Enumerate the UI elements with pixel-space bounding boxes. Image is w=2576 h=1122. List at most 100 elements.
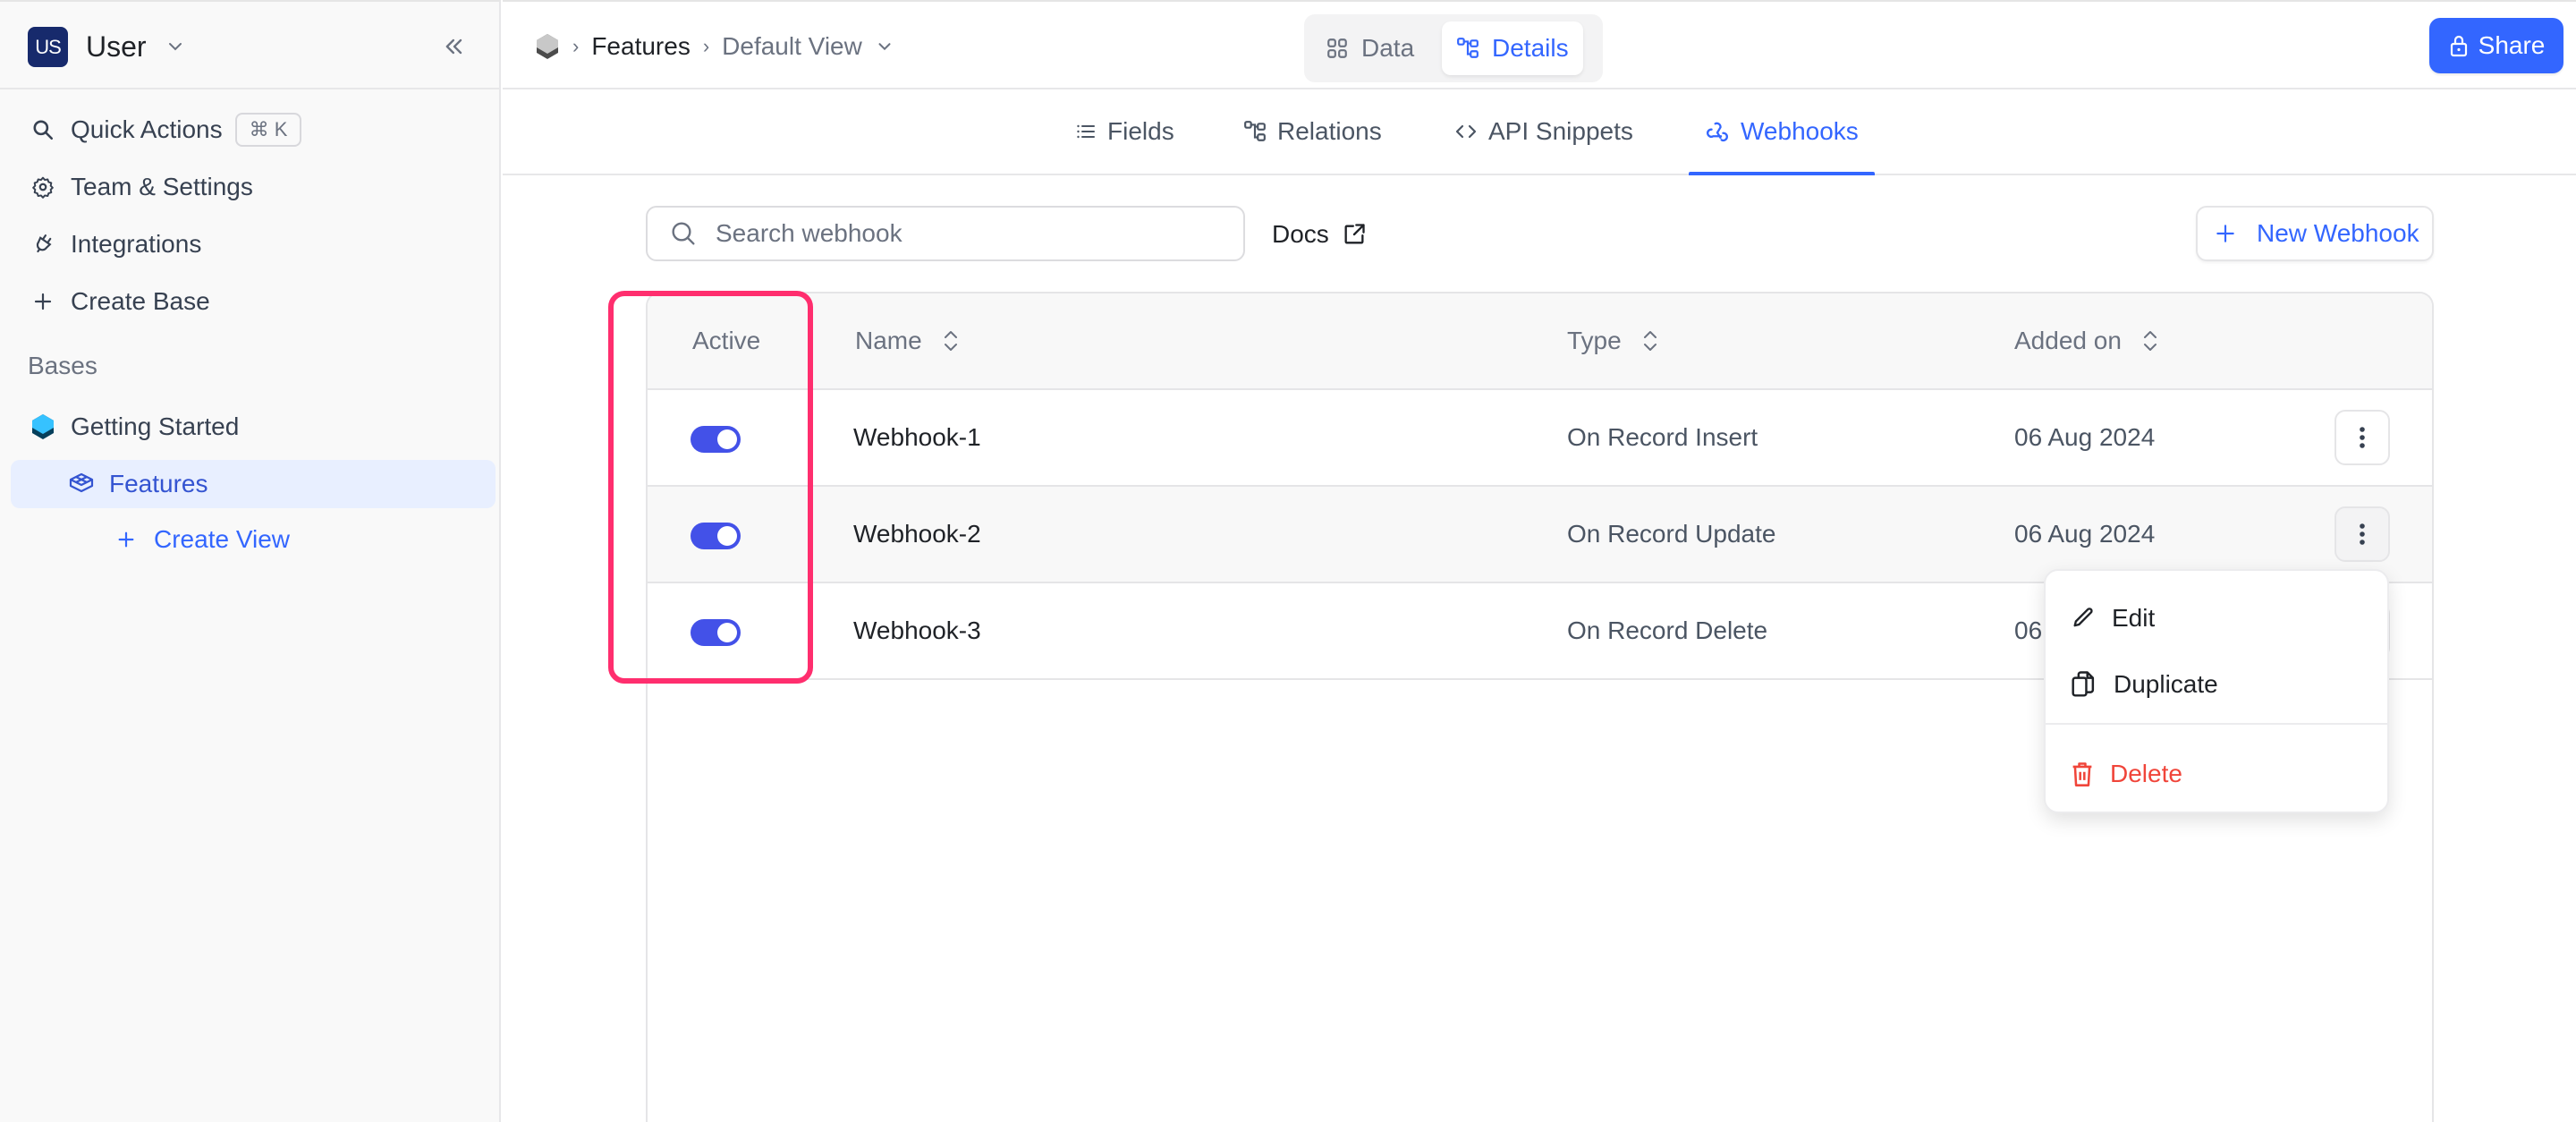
chevron-right-icon: › bbox=[702, 35, 710, 57]
tab-api-snippets[interactable]: API Snippets bbox=[1454, 89, 1633, 174]
base-item-label: Getting Started bbox=[71, 412, 240, 440]
workspace-name[interactable]: User bbox=[86, 29, 147, 64]
create-view-button[interactable]: Create View bbox=[13, 515, 496, 564]
webhook-added-on: 06 Aug 2024 bbox=[2014, 423, 2156, 451]
docs-link[interactable]: Docs bbox=[1272, 215, 1367, 254]
table-item-features[interactable]: Features bbox=[11, 460, 496, 508]
segment-data[interactable]: Data bbox=[1311, 21, 1428, 75]
column-label: Active bbox=[692, 327, 761, 354]
tab-webhooks[interactable]: Webhooks bbox=[1689, 89, 1875, 175]
external-link-icon bbox=[1344, 224, 1365, 244]
webhook-name: Webhook-1 bbox=[853, 423, 981, 451]
active-toggle[interactable] bbox=[691, 426, 741, 453]
plus-icon bbox=[30, 288, 56, 315]
column-label: Added on bbox=[2014, 327, 2122, 354]
trash-icon bbox=[2072, 762, 2092, 786]
base-icon[interactable] bbox=[535, 33, 560, 60]
view-mode-toggle: Data Details bbox=[1304, 14, 1603, 82]
segment-label: Data bbox=[1361, 34, 1415, 62]
webhook-icon bbox=[1707, 122, 1728, 142]
sort-icon[interactable] bbox=[1641, 327, 1659, 354]
hierarchy-icon bbox=[1244, 121, 1266, 141]
search-webhook-input[interactable] bbox=[716, 219, 1216, 248]
more-vertical-icon bbox=[2360, 427, 2365, 448]
toggle-knob bbox=[717, 526, 737, 546]
code-icon bbox=[1455, 124, 1477, 139]
shortcut-badge: ⌘ K bbox=[234, 113, 302, 147]
table-item-label: Features bbox=[109, 470, 208, 497]
menu-item-edit[interactable]: Edit bbox=[2071, 596, 2155, 641]
sidebar-item-label: Integrations bbox=[71, 230, 202, 258]
menu-item-label: Delete bbox=[2110, 760, 2182, 787]
active-toggle[interactable] bbox=[691, 619, 741, 646]
table-icon bbox=[68, 471, 95, 497]
search-icon bbox=[672, 222, 695, 245]
docs-label: Docs bbox=[1272, 220, 1329, 248]
share-label: Share bbox=[2478, 31, 2546, 59]
more-vertical-icon bbox=[2360, 523, 2365, 545]
sidebar-item-create-base[interactable]: Create Base bbox=[13, 277, 496, 326]
toggle-knob bbox=[717, 623, 737, 642]
sidebar: US User Quick Actions ⌘ K Team & Setting… bbox=[0, 0, 501, 1122]
segment-details[interactable]: Details bbox=[1442, 21, 1583, 75]
sort-icon[interactable] bbox=[2141, 327, 2159, 354]
menu-divider bbox=[2046, 723, 2387, 725]
breadcrumb-view[interactable]: Default View bbox=[722, 32, 862, 61]
chevron-down-icon[interactable] bbox=[875, 37, 894, 56]
copy-icon bbox=[2072, 671, 2095, 697]
table-header: Active Name Type Added on bbox=[648, 293, 2432, 390]
sidebar-item-team-settings[interactable]: Team & Settings bbox=[13, 163, 496, 211]
webhook-type: On Record Delete bbox=[1567, 616, 1768, 644]
plus-icon bbox=[2216, 225, 2234, 242]
tab-label: Webhooks bbox=[1741, 117, 1859, 145]
lock-icon bbox=[2450, 35, 2467, 57]
base-icon bbox=[30, 413, 56, 440]
sort-icon[interactable] bbox=[942, 327, 960, 354]
sidebar-item-label: Create Base bbox=[71, 287, 210, 315]
workspace-header[interactable]: US User bbox=[0, 2, 499, 89]
tab-fields[interactable]: Fields bbox=[1075, 89, 1174, 174]
webhook-name: Webhook-3 bbox=[853, 616, 981, 644]
breadcrumb-table[interactable]: Features bbox=[591, 32, 691, 61]
new-webhook-label: New Webhook bbox=[2257, 219, 2419, 247]
menu-item-duplicate[interactable]: Duplicate bbox=[2071, 662, 2218, 707]
collapse-sidebar-icon[interactable] bbox=[442, 34, 467, 59]
menu-item-label: Edit bbox=[2112, 604, 2156, 632]
column-label: Type bbox=[1567, 327, 1622, 354]
sidebar-item-quick-actions[interactable]: Quick Actions ⌘ K bbox=[13, 106, 496, 154]
new-webhook-button[interactable]: New Webhook bbox=[2196, 206, 2434, 261]
chevron-right-icon: › bbox=[572, 35, 580, 57]
hierarchy-icon bbox=[1457, 38, 1479, 58]
share-button[interactable]: Share bbox=[2429, 18, 2563, 73]
sidebar-item-integrations[interactable]: Integrations bbox=[13, 220, 496, 268]
row-actions-button[interactable] bbox=[2334, 506, 2390, 562]
row-actions-menu: Edit Duplicate Delete bbox=[2044, 569, 2389, 813]
sidebar-item-label: Quick Actions bbox=[71, 115, 223, 143]
app-window: US User Quick Actions ⌘ K Team & Setting… bbox=[0, 0, 2576, 1122]
plug-icon bbox=[30, 231, 56, 258]
gear-icon bbox=[30, 174, 56, 200]
table-row[interactable]: Webhook-1 On Record Insert 06 Aug 2024 bbox=[648, 390, 2432, 487]
create-view-label: Create View bbox=[154, 525, 291, 553]
tab-relations[interactable]: Relations bbox=[1243, 89, 1382, 174]
column-label: Name bbox=[855, 327, 922, 354]
webhook-name: Webhook-2 bbox=[853, 520, 981, 548]
grid-icon bbox=[1327, 38, 1347, 58]
active-toggle[interactable] bbox=[691, 523, 741, 549]
webhook-added-on: 06 Aug 2024 bbox=[2014, 520, 2156, 548]
tab-label: Relations bbox=[1277, 117, 1382, 145]
chevron-down-icon[interactable] bbox=[165, 36, 186, 57]
search-webhook-field[interactable] bbox=[646, 206, 1245, 261]
topbar: › Features › Default View Data Details S… bbox=[503, 0, 2576, 89]
column-header-name[interactable]: Name bbox=[855, 293, 960, 388]
base-item-getting-started[interactable]: Getting Started bbox=[13, 403, 496, 451]
menu-item-delete[interactable]: Delete bbox=[2071, 752, 2182, 796]
search-icon bbox=[30, 116, 56, 143]
column-header-added-on[interactable]: Added on bbox=[2014, 293, 2159, 388]
row-actions-button[interactable] bbox=[2334, 410, 2390, 465]
menu-item-label: Duplicate bbox=[2114, 670, 2218, 698]
details-tabs: Fields Relations API Snippets Webhooks bbox=[503, 89, 2576, 175]
column-header-type[interactable]: Type bbox=[1567, 293, 1659, 388]
segment-label: Details bbox=[1492, 34, 1569, 62]
plus-icon bbox=[113, 526, 140, 553]
